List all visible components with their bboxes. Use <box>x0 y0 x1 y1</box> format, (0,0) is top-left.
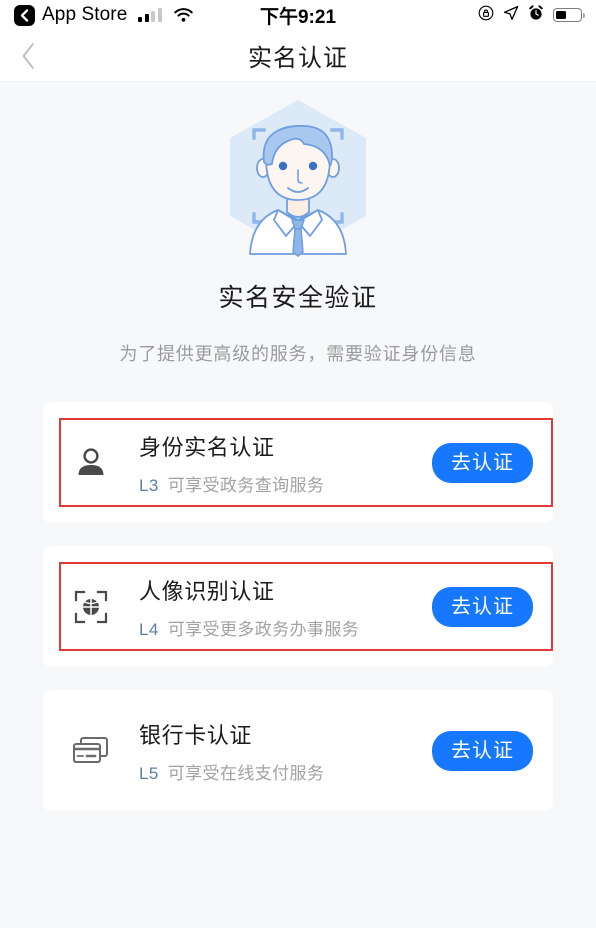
alarm-clock-icon <box>528 4 544 26</box>
verification-card-list: 身份实名认证 L3 可享受政务查询服务 去认证 人像识别认证 L4 可享受更多政… <box>0 402 596 811</box>
status-bar-left: App Store <box>14 4 193 26</box>
card-text: 银行卡认证 L5 可享受在线支付服务 <box>117 718 432 784</box>
card-title: 银行卡认证 <box>139 722 253 748</box>
level-badge: L4 <box>139 619 159 639</box>
app-screen: App Store 下午9:21 实名认证 实名安全验证 为了提供更高级的服务，… <box>0 0 596 928</box>
back-to-app-store-button[interactable] <box>14 4 35 26</box>
card-subtitle: L3 可享受政务查询服务 <box>139 471 432 496</box>
subheadline: 为了提供更高级的服务，需要验证身份信息 <box>119 344 477 364</box>
cellular-signal-icon <box>138 8 162 22</box>
card-subtitle: L4 可享受更多政务办事服务 <box>139 615 432 640</box>
verify-button-face[interactable]: 去认证 <box>432 586 533 627</box>
page-title: 实名认证 <box>248 45 348 72</box>
level-badge: L3 <box>139 475 159 495</box>
nav-back-button[interactable] <box>0 30 56 82</box>
bank-card-icon <box>65 735 117 767</box>
hero-illustration <box>0 82 596 264</box>
verification-card-bank[interactable]: 银行卡认证 L5 可享受在线支付服务 去认证 <box>43 690 553 811</box>
verification-card-face[interactable]: 人像识别认证 L4 可享受更多政务办事服务 去认证 <box>43 546 553 667</box>
person-icon <box>65 446 117 480</box>
verify-button-bank[interactable]: 去认证 <box>432 730 533 771</box>
back-app-label: App Store <box>42 4 128 25</box>
card-title: 身份实名认证 <box>139 434 275 460</box>
wifi-icon <box>174 8 193 22</box>
rotation-lock-icon <box>478 5 494 26</box>
card-text: 人像识别认证 L4 可享受更多政务办事服务 <box>117 574 432 640</box>
card-description: 可享受在线支付服务 <box>167 763 325 783</box>
card-text: 身份实名认证 L3 可享受政务查询服务 <box>117 430 432 496</box>
card-description: 可享受更多政务办事服务 <box>167 619 360 639</box>
card-title: 人像识别认证 <box>139 578 275 604</box>
headline: 实名安全验证 <box>218 284 378 312</box>
status-bar-right <box>478 4 586 26</box>
status-bar: App Store 下午9:21 <box>0 0 596 30</box>
card-subtitle: L5 可享受在线支付服务 <box>139 759 432 784</box>
battery-icon <box>553 8 586 22</box>
verify-button-identity[interactable]: 去认证 <box>432 442 533 483</box>
level-badge: L5 <box>139 763 159 783</box>
card-description: 可享受政务查询服务 <box>167 475 325 495</box>
face-recognition-scan-icon <box>65 590 117 624</box>
navigation-bar: 实名认证 <box>0 30 596 82</box>
location-arrow-icon <box>503 5 519 26</box>
verification-card-identity[interactable]: 身份实名认证 L3 可享受政务查询服务 去认证 <box>43 402 553 523</box>
